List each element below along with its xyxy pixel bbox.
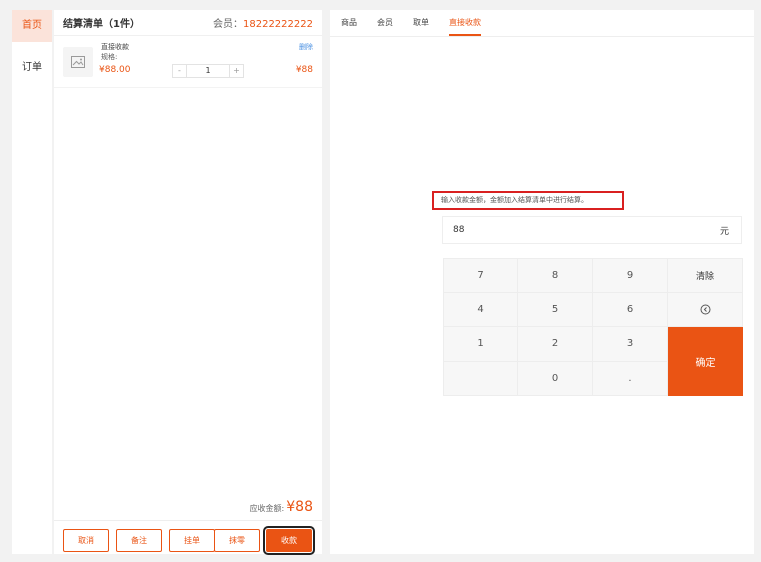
key-7[interactable]: 7	[443, 258, 518, 293]
settlement-panel: 结算清单（1件） 会员：18222222222 直接收款 规格: ¥88.00 …	[54, 10, 322, 555]
backspace-icon	[700, 304, 710, 315]
receivable-label: 应收金额:	[249, 504, 285, 513]
settlement-title: 结算清单（1件）	[63, 19, 140, 30]
clear-button[interactable]: 清除	[668, 258, 743, 293]
item-price: ¥88.00	[99, 65, 131, 75]
key-0[interactable]: 0	[518, 361, 593, 396]
cancel-button[interactable]: 取消	[63, 529, 109, 552]
item-total: ¥88	[295, 65, 313, 75]
key-2[interactable]: 2	[518, 327, 593, 362]
tab-direct-payment[interactable]: 直接收款	[449, 10, 481, 36]
key-5[interactable]: 5	[518, 292, 593, 327]
key-3[interactable]: 3	[593, 327, 668, 362]
currency-unit: 元	[719, 226, 729, 237]
amount-input[interactable]: 88 元	[442, 216, 742, 244]
numeric-keypad: 7 8 9 清除 4 5 6 1 2 3 确定 0 .	[443, 258, 743, 396]
delete-item-link[interactable]: 删除	[299, 42, 313, 52]
quantity-value[interactable]: 1	[187, 65, 229, 77]
hold-order-button[interactable]: 挂单	[169, 529, 215, 552]
increase-quantity-button[interactable]: +	[229, 65, 243, 77]
tab-products[interactable]: 商品	[341, 10, 357, 36]
key-6[interactable]: 6	[593, 292, 668, 327]
nav-item-home[interactable]: 首页	[12, 10, 52, 42]
confirm-button[interactable]: 确定	[668, 327, 743, 396]
member-label: 会员：	[213, 19, 243, 30]
nav-item-orders[interactable]: 订单	[12, 52, 52, 84]
amount-value: 88	[453, 225, 465, 235]
image-placeholder-icon	[63, 47, 93, 77]
key-8[interactable]: 8	[518, 258, 593, 293]
blank-key	[443, 361, 518, 396]
key-9[interactable]: 9	[593, 258, 668, 293]
tab-bar: 商品 会员 取单 直接收款	[330, 10, 754, 37]
receivable-summary: 应收金额: ¥88	[250, 499, 313, 515]
payment-hint: 输入收款金额，金额加入结算清单中进行结算。	[432, 191, 624, 210]
remark-button[interactable]: 备注	[116, 529, 162, 552]
key-decimal[interactable]: .	[593, 361, 668, 396]
decrease-quantity-button[interactable]: -	[173, 65, 187, 77]
key-4[interactable]: 4	[443, 292, 518, 327]
item-spec: 规格:	[101, 53, 118, 61]
backspace-button[interactable]	[668, 292, 743, 327]
round-off-button[interactable]: 抹零	[214, 529, 260, 552]
member-info[interactable]: 会员：18222222222	[213, 15, 313, 30]
main-panel: 商品 会员 取单 直接收款 输入收款金额，金额加入结算清单中进行结算。 88 元…	[330, 10, 754, 554]
tab-retrieve-order[interactable]: 取单	[413, 10, 429, 36]
item-name: 直接收款	[101, 43, 129, 51]
collect-payment-button[interactable]: 收款	[263, 526, 315, 555]
side-nav: 首页 订单	[12, 10, 52, 554]
settlement-header: 结算清单（1件） 会员：18222222222	[54, 10, 322, 36]
receivable-amount: ¥88	[286, 499, 313, 515]
settlement-actions: 取消 备注 挂单 抹零 收款	[54, 520, 322, 555]
member-phone: 18222222222	[243, 19, 313, 30]
quantity-stepper: - 1 +	[172, 64, 244, 78]
key-1[interactable]: 1	[443, 327, 518, 362]
cart-item: 直接收款 规格: ¥88.00 删除 - 1 + ¥88	[54, 36, 322, 88]
tab-members[interactable]: 会员	[377, 10, 393, 36]
